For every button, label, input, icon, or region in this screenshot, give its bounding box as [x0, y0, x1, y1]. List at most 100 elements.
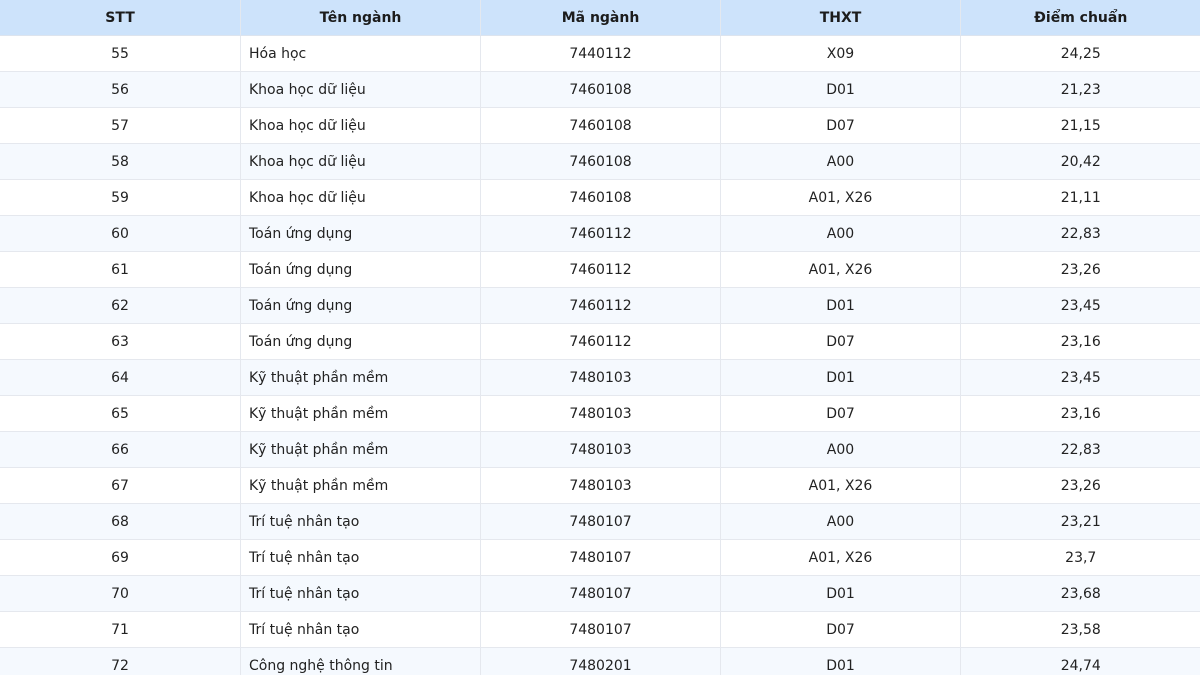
cell-cutoff-score: 22,83 — [960, 215, 1200, 252]
table-row: 62 Toán ứng dụng 7460112 D01 23,45 — [0, 287, 1200, 324]
cell-cutoff-score: 23,7 — [960, 539, 1200, 576]
table-row: 57 Khoa học dữ liệu 7460108 D07 21,15 — [0, 107, 1200, 144]
cell-stt: 56 — [0, 71, 241, 108]
table-row: 67 Kỹ thuật phần mềm 7480103 A01, X26 23,26 — [0, 467, 1200, 504]
cell-major-code: 7480103 — [480, 359, 721, 396]
cell-stt: 69 — [0, 539, 241, 576]
cell-subject-combination: D01 — [720, 359, 961, 396]
cell-stt: 59 — [0, 179, 241, 216]
cell-subject-combination: D07 — [720, 323, 961, 360]
cell-subject-combination: D01 — [720, 575, 961, 612]
cell-major-code: 7460108 — [480, 143, 721, 180]
cell-major-code: 7480201 — [480, 647, 721, 675]
cell-stt: 63 — [0, 323, 241, 360]
cell-subject-combination: A01, X26 — [720, 251, 961, 288]
cell-major-name: Khoa học dữ liệu — [240, 107, 481, 144]
cell-major-code: 7480107 — [480, 503, 721, 540]
cell-subject-combination: A01, X26 — [720, 539, 961, 576]
header-stt: STT — [0, 0, 241, 36]
table-row: 69 Trí tuệ nhân tạo 7480107 A01, X26 23,7 — [0, 539, 1200, 576]
cell-stt: 61 — [0, 251, 241, 288]
cell-major-name: Khoa học dữ liệu — [240, 179, 481, 216]
cell-major-name: Khoa học dữ liệu — [240, 71, 481, 108]
cell-major-code: 7460112 — [480, 287, 721, 324]
table-row: 68 Trí tuệ nhân tạo 7480107 A00 23,21 — [0, 503, 1200, 540]
cell-major-code: 7480107 — [480, 611, 721, 648]
cell-subject-combination: A01, X26 — [720, 179, 961, 216]
cell-stt: 57 — [0, 107, 241, 144]
admission-score-table: STT Tên ngành Mã ngành THXT Điểm chuẩn 5… — [0, 0, 1200, 675]
cell-cutoff-score: 24,74 — [960, 647, 1200, 675]
cell-major-name: Toán ứng dụng — [240, 287, 481, 324]
cell-major-code: 7440112 — [480, 35, 721, 72]
cell-subject-combination: A00 — [720, 503, 961, 540]
cell-major-code: 7460112 — [480, 251, 721, 288]
table-row: 60 Toán ứng dụng 7460112 A00 22,83 — [0, 215, 1200, 252]
cell-major-name: Toán ứng dụng — [240, 251, 481, 288]
cell-cutoff-score: 21,15 — [960, 107, 1200, 144]
cell-stt: 70 — [0, 575, 241, 612]
table-row: 63 Toán ứng dụng 7460112 D07 23,16 — [0, 323, 1200, 360]
table-row: 65 Kỹ thuật phần mềm 7480103 D07 23,16 — [0, 395, 1200, 432]
cell-subject-combination: X09 — [720, 35, 961, 72]
cell-major-name: Trí tuệ nhân tạo — [240, 575, 481, 612]
cell-stt: 66 — [0, 431, 241, 468]
header-major-code: Mã ngành — [480, 0, 721, 36]
cell-major-code: 7460112 — [480, 323, 721, 360]
cell-major-code: 7480103 — [480, 467, 721, 504]
cell-cutoff-score: 23,45 — [960, 359, 1200, 396]
cell-major-name: Công nghệ thông tin — [240, 647, 481, 675]
table-body: 55 Hóa học 7440112 X09 24,25 56 Khoa học dữ li… — [0, 35, 1200, 675]
cell-stt: 71 — [0, 611, 241, 648]
cell-major-name: Khoa học dữ liệu — [240, 143, 481, 180]
cell-stt: 64 — [0, 359, 241, 396]
cell-stt: 72 — [0, 647, 241, 675]
cell-stt: 67 — [0, 467, 241, 504]
cell-major-name: Toán ứng dụng — [240, 323, 481, 360]
cell-major-code: 7460108 — [480, 179, 721, 216]
cell-cutoff-score: 22,83 — [960, 431, 1200, 468]
cell-major-code: 7480103 — [480, 431, 721, 468]
cell-major-name: Trí tuệ nhân tạo — [240, 611, 481, 648]
cell-cutoff-score: 23,26 — [960, 251, 1200, 288]
header-cutoff-score: Điểm chuẩn — [960, 0, 1200, 36]
cell-cutoff-score: 23,45 — [960, 287, 1200, 324]
cell-cutoff-score: 23,68 — [960, 575, 1200, 612]
cell-stt: 68 — [0, 503, 241, 540]
cell-subject-combination: A01, X26 — [720, 467, 961, 504]
table-header: STT Tên ngành Mã ngành THXT Điểm chuẩn — [0, 0, 1200, 36]
cell-cutoff-score: 21,11 — [960, 179, 1200, 216]
cell-cutoff-score: 23,26 — [960, 467, 1200, 504]
header-major-name: Tên ngành — [240, 0, 481, 36]
cell-major-name: Kỹ thuật phần mềm — [240, 431, 481, 468]
cell-cutoff-score: 23,58 — [960, 611, 1200, 648]
cell-major-code: 7480107 — [480, 575, 721, 612]
cell-major-code: 7480103 — [480, 395, 721, 432]
cell-subject-combination: D07 — [720, 107, 961, 144]
header-row: STT Tên ngành Mã ngành THXT Điểm chuẩn — [0, 0, 1200, 36]
table-row: 56 Khoa học dữ liệu 7460108 D01 21,23 — [0, 71, 1200, 108]
cell-subject-combination: A00 — [720, 143, 961, 180]
table-row: 72 Công nghệ thông tin 7480201 D01 24,74 — [0, 647, 1200, 675]
cell-major-code: 7460108 — [480, 71, 721, 108]
cell-major-code: 7460112 — [480, 215, 721, 252]
cell-major-name: Trí tuệ nhân tạo — [240, 503, 481, 540]
table-row: 70 Trí tuệ nhân tạo 7480107 D01 23,68 — [0, 575, 1200, 612]
cell-major-code: 7460108 — [480, 107, 721, 144]
cell-major-name: Kỹ thuật phần mềm — [240, 359, 481, 396]
cell-subject-combination: D01 — [720, 71, 961, 108]
cell-cutoff-score: 24,25 — [960, 35, 1200, 72]
cell-subject-combination: A00 — [720, 431, 961, 468]
cell-major-name: Kỹ thuật phần mềm — [240, 395, 481, 432]
cell-subject-combination: D07 — [720, 395, 961, 432]
cell-subject-combination: D01 — [720, 647, 961, 675]
cell-major-name: Toán ứng dụng — [240, 215, 481, 252]
cell-subject-combination: A00 — [720, 215, 961, 252]
table-row: 66 Kỹ thuật phần mềm 7480103 A00 22,83 — [0, 431, 1200, 468]
cell-major-name: Kỹ thuật phần mềm — [240, 467, 481, 504]
cell-stt: 60 — [0, 215, 241, 252]
header-subject-combination: THXT — [720, 0, 961, 36]
cell-cutoff-score: 23,16 — [960, 323, 1200, 360]
cell-subject-combination: D07 — [720, 611, 961, 648]
cell-subject-combination: D01 — [720, 287, 961, 324]
